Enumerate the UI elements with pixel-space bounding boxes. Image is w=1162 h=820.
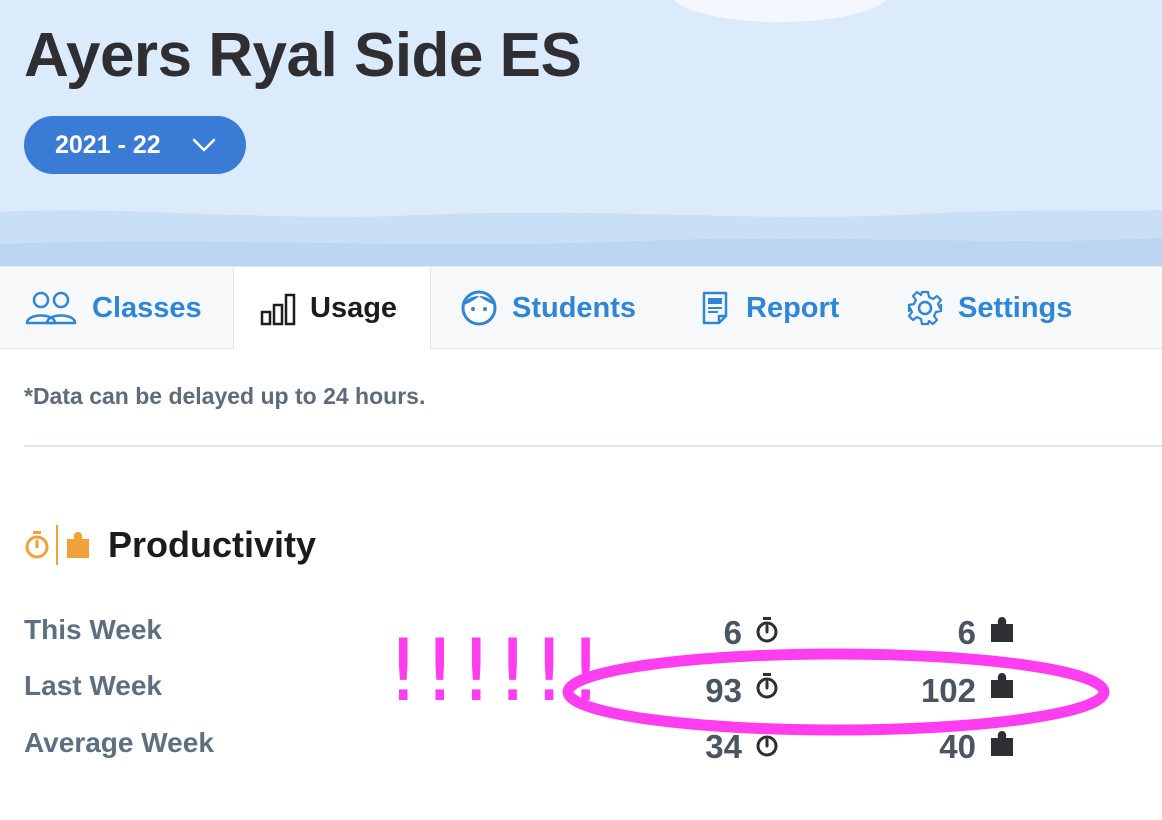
row-label-this-week: This Week	[24, 614, 162, 645]
productivity-header: Productivity	[24, 522, 316, 568]
section-divider	[24, 445, 1162, 447]
data-delay-notice: *Data can be delayed up to 24 hours.	[24, 383, 426, 409]
tab-bar: Classes Usage Students Report Settings	[0, 266, 1162, 350]
stopwatch-icon	[25, 531, 49, 559]
row-label-last-week: Last Week	[24, 670, 162, 701]
tab-classes[interactable]: Classes	[24, 267, 202, 349]
annotation-highlight-ellipse	[562, 648, 1110, 736]
tab-students-label: Students	[512, 291, 637, 324]
row-label-average-week: Average Week	[24, 727, 214, 758]
section-title: Productivity	[108, 524, 317, 565]
tab-settings[interactable]: Settings	[906, 267, 1072, 349]
year-dropdown-value: 2021 - 22	[55, 130, 161, 159]
chevron-down-icon	[192, 138, 216, 152]
year-dropdown[interactable]: 2021 - 22	[24, 116, 246, 174]
people-icon	[24, 291, 78, 325]
tab-students[interactable]: Students	[460, 267, 636, 349]
header-banner: Ayers Ryal Side ES 2021 - 22	[0, 0, 1162, 266]
tab-settings-label: Settings	[958, 291, 1073, 324]
icon-separator	[56, 525, 58, 565]
face-icon	[460, 289, 498, 327]
tab-report[interactable]: Report	[700, 267, 839, 349]
gear-icon	[906, 289, 944, 327]
tab-report-label: Report	[746, 291, 840, 324]
puzzle-piece-icon	[67, 532, 89, 558]
page-title: Ayers Ryal Side ES	[24, 21, 582, 90]
tab-usage[interactable]: Usage	[233, 267, 431, 350]
tab-usage-label: Usage	[310, 292, 398, 324]
report-icon	[700, 290, 732, 326]
bar-chart-icon	[260, 292, 296, 326]
stopwatch-icon	[756, 617, 778, 643]
puzzle-piece-icon	[991, 617, 1013, 642]
tab-classes-label: Classes	[92, 291, 202, 324]
